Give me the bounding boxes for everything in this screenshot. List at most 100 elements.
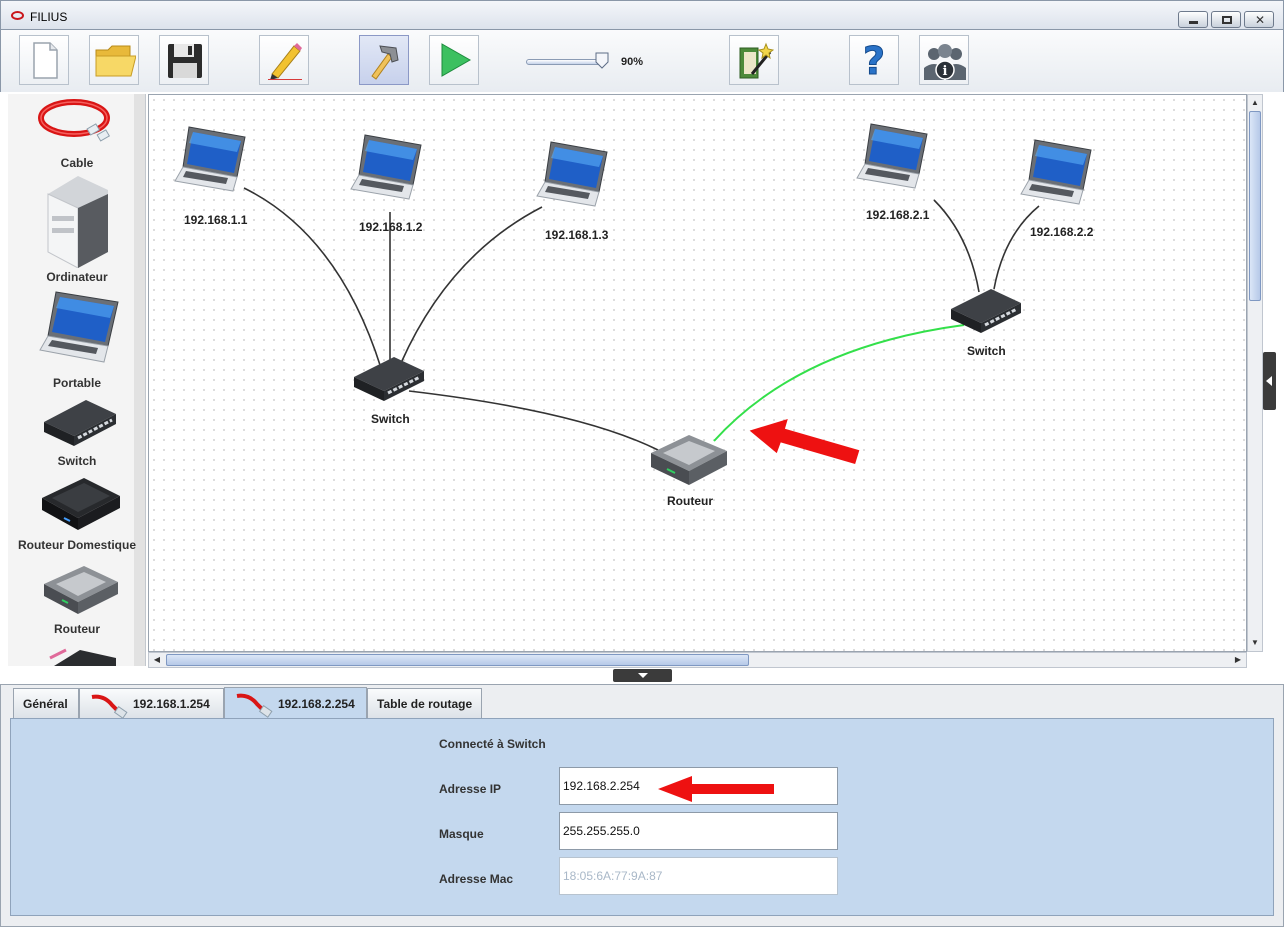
scroll-up-icon[interactable]: ▲ — [1248, 95, 1262, 111]
palette-item-label: Ordinateur — [46, 270, 108, 284]
open-folder-button[interactable] — [89, 35, 139, 85]
annotation-arrow — [749, 418, 860, 464]
home-router-icon — [42, 478, 120, 530]
title-bar: FILIUS ✕ — [0, 0, 1284, 30]
device-icon — [49, 648, 116, 666]
zoom-slider-thumb[interactable] — [595, 52, 609, 69]
node-switch-1[interactable] — [352, 355, 426, 403]
filius-logo-icon — [11, 11, 24, 20]
help-button[interactable]: ? — [849, 35, 899, 85]
design-mode-button[interactable] — [359, 35, 409, 85]
cable-icon — [91, 694, 128, 719]
info-people-icon: i — [924, 44, 966, 80]
chevron-down-icon — [638, 673, 648, 678]
zoom-slider-track[interactable] — [526, 59, 604, 65]
palette-item-label: Routeur Domestique — [17, 538, 136, 552]
node-label: 192.168.2.1 — [866, 208, 930, 222]
close-icon: ✕ — [1254, 13, 1266, 27]
node-laptop-3[interactable] — [536, 141, 608, 207]
cable-icon — [236, 693, 273, 718]
component-palette: Cable Ordinateur Portable Switch Routeur… — [8, 94, 146, 666]
new-file-button[interactable] — [19, 35, 69, 85]
palette-item-laptop[interactable]: Portable — [8, 286, 145, 390]
svg-text:i: i — [943, 64, 948, 79]
horizontal-scroll-thumb[interactable] — [166, 654, 749, 666]
scroll-left-icon[interactable]: ◀ — [149, 653, 165, 667]
tab-general[interactable]: Général — [13, 688, 79, 718]
computer-tower-icon — [47, 176, 108, 268]
palette-item-computer[interactable]: Ordinateur — [8, 172, 145, 284]
node-laptop-2[interactable] — [350, 134, 422, 200]
svg-text:?: ? — [863, 40, 885, 80]
bottom-panel-toggle[interactable] — [613, 669, 672, 682]
cable[interactable] — [993, 205, 1040, 290]
mac-address-input — [559, 857, 838, 895]
play-icon — [441, 43, 472, 77]
question-mark-icon: ? — [862, 40, 885, 80]
maximize-button[interactable] — [1211, 11, 1241, 28]
tab-routing-table[interactable]: Table de routage — [367, 688, 482, 718]
cable[interactable] — [933, 199, 980, 293]
node-switch-2[interactable] — [949, 287, 1023, 335]
node-laptop-4[interactable] — [856, 123, 928, 189]
side-panel-toggle[interactable] — [1263, 352, 1276, 410]
cable-icon — [38, 99, 111, 142]
subnet-mask-label: Masque — [439, 827, 484, 841]
annotation-arrow — [658, 776, 774, 802]
palette-item-label: Cable — [60, 156, 94, 170]
palette-item-label: Portable — [52, 376, 101, 390]
node-label: Routeur — [667, 494, 713, 508]
palette-item-router[interactable]: Routeur — [8, 558, 145, 638]
vertical-scrollbar[interactable]: ▲ ▼ — [1247, 94, 1263, 652]
mac-address-label: Adresse Mac — [439, 872, 514, 886]
node-label: 192.168.1.1 — [184, 213, 248, 227]
subnet-mask-input[interactable] — [559, 812, 838, 850]
about-button[interactable]: i — [919, 35, 969, 85]
save-button[interactable] — [159, 35, 209, 85]
node-laptop-5[interactable] — [1020, 139, 1092, 205]
palette-item-label: Routeur — [54, 622, 100, 636]
draft-mode-button[interactable] — [259, 35, 309, 85]
ip-address-label: Adresse IP — [439, 782, 502, 796]
zoom-level: 90% — [621, 56, 644, 68]
scroll-down-icon[interactable]: ▼ — [1248, 635, 1262, 651]
palette-item-label: Switch — [57, 454, 97, 468]
window-title: FILIUS — [30, 10, 68, 24]
floppy-disk-icon — [168, 44, 202, 78]
minimize-button[interactable] — [1178, 11, 1208, 28]
tab-interface-1[interactable]: 192.168.1.254 — [79, 688, 224, 719]
node-label: 192.168.1.3 — [545, 228, 609, 242]
node-label: 192.168.1.2 — [359, 220, 423, 234]
scroll-right-icon[interactable]: ▶ — [1230, 653, 1246, 667]
magic-wand-icon — [739, 42, 774, 79]
new-file-icon — [33, 42, 58, 79]
palette-item-partial[interactable] — [8, 642, 145, 666]
cable[interactable] — [243, 187, 382, 369]
horizontal-scrollbar[interactable]: ◀ ▶ — [148, 652, 1247, 668]
network-canvas[interactable]: 192.168.1.1 192.168.1.2 192.168.1.3 192.… — [148, 94, 1247, 652]
selected-cable[interactable] — [713, 324, 965, 442]
maximize-icon — [1222, 16, 1232, 24]
simulation-mode-button[interactable] — [429, 35, 479, 85]
node-label: Switch — [967, 344, 1006, 358]
node-label: 192.168.2.2 — [1030, 225, 1094, 239]
chevron-left-icon — [1266, 376, 1272, 386]
node-laptop-1[interactable] — [174, 126, 246, 192]
laptop-icon — [39, 291, 119, 363]
interface-settings-panel: Connecté à Switch Adresse IP Masque Adre… — [10, 718, 1274, 916]
palette-item-switch[interactable]: Switch — [8, 392, 145, 472]
close-button[interactable]: ✕ — [1244, 11, 1274, 28]
palette-item-cable[interactable]: Cable — [8, 94, 145, 174]
switch-icon — [44, 400, 116, 446]
node-router-1[interactable] — [650, 434, 728, 486]
minimize-icon — [1189, 21, 1198, 24]
pencil-icon — [268, 43, 302, 80]
palette-item-home-router[interactable]: Routeur Domestique — [8, 472, 145, 558]
wizard-button[interactable] — [729, 35, 779, 85]
hammer-icon — [371, 45, 399, 80]
folder-icon — [95, 45, 136, 77]
network-diagram[interactable] — [149, 95, 1247, 652]
vertical-scroll-thumb[interactable] — [1249, 111, 1261, 301]
cable[interactable] — [408, 390, 659, 451]
tab-interface-2[interactable]: 192.168.2.254 — [224, 687, 367, 719]
